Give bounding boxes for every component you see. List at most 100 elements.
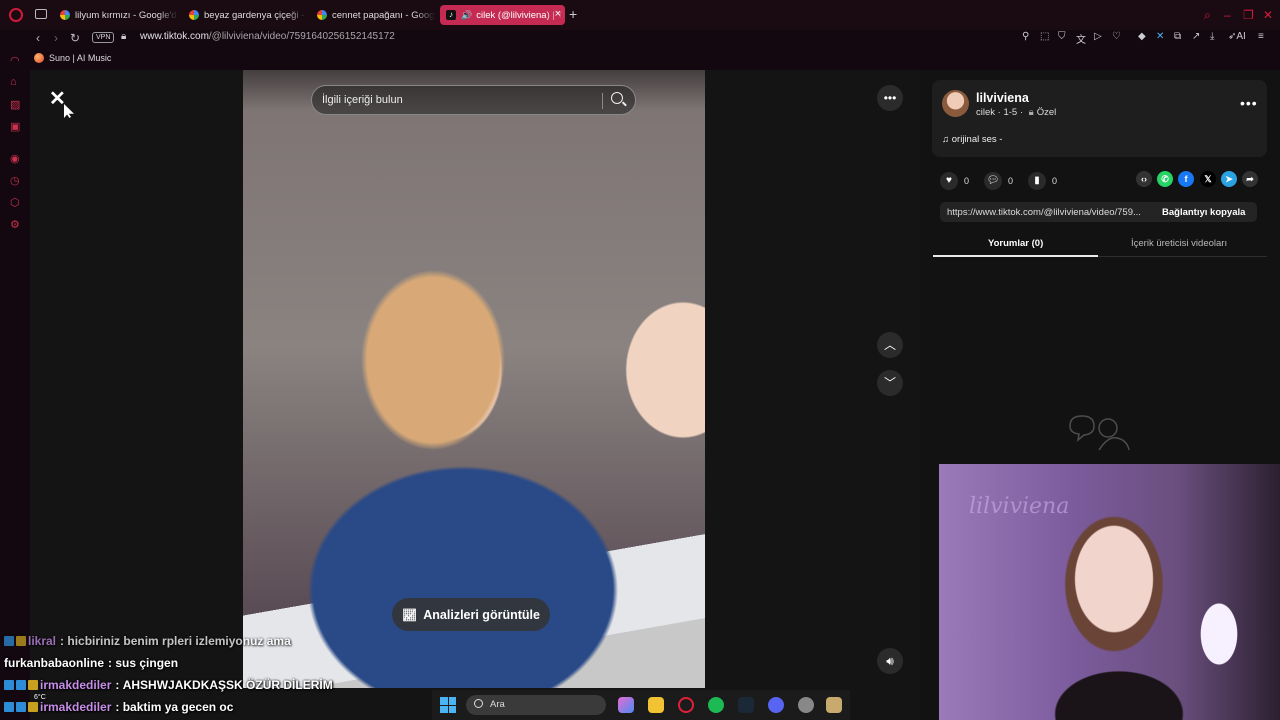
google-favicon-icon [189,10,199,20]
history-icon[interactable]: ◷ [10,174,20,187]
chat-badge-icon [4,680,14,690]
extension-translate-icon[interactable]: ✕ [1156,31,1164,42]
steam-icon[interactable] [738,697,754,713]
weather-widget[interactable]: 6°C [34,694,46,701]
discord-icon[interactable] [768,697,784,713]
close-window-icon[interactable]: ✕ [1263,8,1273,22]
download-icon[interactable]: ⤓ [1210,31,1214,42]
chat-message: furkanbabaonline: sus çingen [4,656,179,670]
opera-logo-icon[interactable] [9,8,23,22]
tab-menu-icon[interactable] [35,9,47,19]
league-icon[interactable] [826,697,842,713]
taskbar-search[interactable]: Ara [466,695,606,715]
copilot-icon[interactable] [618,697,634,713]
chat-badge-icon [28,680,38,690]
chevron-up-icon[interactable]: ︿ [877,332,903,358]
chat-badge-icon [4,636,14,646]
url-path: /@lilviviena/video/7591640256152145172 [208,31,395,42]
browser-tab-3[interactable]: cennet papağanı - Google [311,5,435,25]
forward-icon[interactable]: › [54,31,58,45]
extensions-icon[interactable]: ⬡ [10,196,20,209]
bookmark-suno[interactable]: Suno | AI Music [34,53,111,63]
bookmark-icon[interactable]: ▮ [1028,172,1046,190]
search-icon[interactable] [611,92,623,104]
messenger-icon[interactable]: ▣ [10,120,20,133]
like-stat[interactable]: ♥ 0 [940,172,969,190]
file-explorer-icon[interactable] [648,697,664,713]
sound-info[interactable]: ♫ orijinal ses - [942,134,1002,145]
reload-icon[interactable]: ↻ [70,31,80,45]
facebook-icon[interactable]: f [1178,171,1194,187]
pin-icon[interactable]: ⚲ [1022,31,1029,42]
browser-tab-active[interactable]: ♪ 🔊 cilek (@lilviviena) | Tik × [440,5,565,25]
url-domain: www.tiktok.com [140,31,209,42]
volume-icon[interactable]: 🔊︎ [877,648,903,674]
obs-icon[interactable] [798,697,814,713]
related-content-search[interactable]: İlgili içeriği bulun [311,85,636,115]
copy-link-button[interactable]: Bağlantıyı kopyala [1154,203,1253,221]
spotify-icon[interactable] [708,697,724,713]
x-icon[interactable]: 𝕏 [1200,171,1216,187]
chat-username: furkanbabaonline [4,656,105,670]
google-favicon-icon [60,10,70,20]
chat-message: irmakdediler: AHSHWJAKDKAŞSK ÖZÜR DİLERİ… [4,678,333,692]
aria-icon[interactable]: ◠ [10,54,20,67]
search-tabs-icon[interactable]: ⌕ [1204,8,1211,23]
url-field[interactable]: www.tiktok.com/@lilviviena/video/7591640… [140,31,395,42]
embed-icon[interactable]: ‹› [1136,171,1152,187]
snapshot-icon[interactable]: ⬚ [1040,31,1049,42]
close-tab-icon[interactable]: × [555,8,561,20]
shield-icon[interactable]: ⛉ [1058,31,1066,42]
browser-tab-1[interactable]: lilyum kırmızı - Google'da [54,5,178,25]
author-meta: cilek · 1-5 · 🔒︎ Özel [976,107,1057,118]
lock-icon[interactable]: 🔒︎ [121,31,126,42]
browser-tab-2[interactable]: beyaz gardenya çiçeği - G [183,5,307,25]
vpn-badge[interactable]: VPN [92,32,115,43]
telegram-icon[interactable]: ➤ [1221,171,1237,187]
whatsapp-icon[interactable]: ✆ [1157,171,1173,187]
chart-icon: 📈︎ [402,607,418,622]
search-input[interactable]: İlgili içeriği bulun [322,94,403,106]
ai-button[interactable]: ➶AI [1228,31,1246,42]
comment-icon[interactable]: 💬︎ [984,172,1002,190]
translate-icon[interactable]: 文 [1076,31,1086,46]
puzzle-icon[interactable]: ⧉ [1174,31,1181,42]
google-favicon-icon [317,10,327,20]
new-tab-button[interactable]: + [569,7,577,21]
author-more-icon[interactable]: ••• [1240,95,1258,111]
play-icon[interactable]: ▷ [1094,31,1102,42]
view-analytics-button[interactable]: 📈︎ Analizleri görüntüle [392,598,550,631]
close-viewer-icon[interactable]: ✕ [49,86,66,111]
opera-gx-icon[interactable] [678,697,694,713]
tab-comments[interactable]: Yorumlar (0) [988,238,1043,249]
chat-message: likral: hicbiriniz benim rpleri izlemiyo… [4,634,291,648]
chat-text: hicbiriniz benim rpleri izlemiyonuz ama [67,634,291,648]
minimize-icon[interactable]: – [1224,8,1231,22]
video-player[interactable] [243,70,705,688]
avatar[interactable] [942,90,969,117]
more-options-icon[interactable]: ••• [877,85,903,111]
restore-icon[interactable]: ❐ [1243,8,1254,22]
save-stat[interactable]: ▮ 0 [1028,172,1057,190]
back-icon[interactable]: ‹ [36,31,40,45]
analytics-label: Analizleri görüntüle [423,607,540,622]
speaker-icon[interactable]: 🔊 [461,10,472,21]
comment-count: 0 [1008,176,1014,186]
heart-icon[interactable]: ♥ [940,172,958,190]
workspace-icon[interactable]: ⌂ [10,76,17,88]
share-icon[interactable]: ↗ [1192,31,1200,42]
empty-comments-illustration-icon [1069,415,1130,451]
menu-icon[interactable]: ≡ [1258,31,1264,42]
tab-creator-videos[interactable]: İçerik üreticisi videoları [1131,238,1227,249]
comment-stat[interactable]: 💬︎ 0 [984,172,1013,190]
heart-icon[interactable]: ♡ [1112,31,1121,42]
share-arrow-icon[interactable]: ➦ [1242,171,1258,187]
pinboard-icon[interactable]: ▨ [10,98,20,111]
settings-icon[interactable]: ⚙ [10,218,20,231]
share-link-field[interactable]: https://www.tiktok.com/@lilviviena/video… [947,207,1150,218]
chevron-down-icon[interactable]: ﹀ [877,370,903,396]
windows-start-icon[interactable] [440,697,456,713]
extension-diamond-icon[interactable]: ◆ [1138,31,1146,42]
player-icon[interactable]: ◉ [10,152,20,165]
author-username[interactable]: lilviviena [976,91,1029,105]
